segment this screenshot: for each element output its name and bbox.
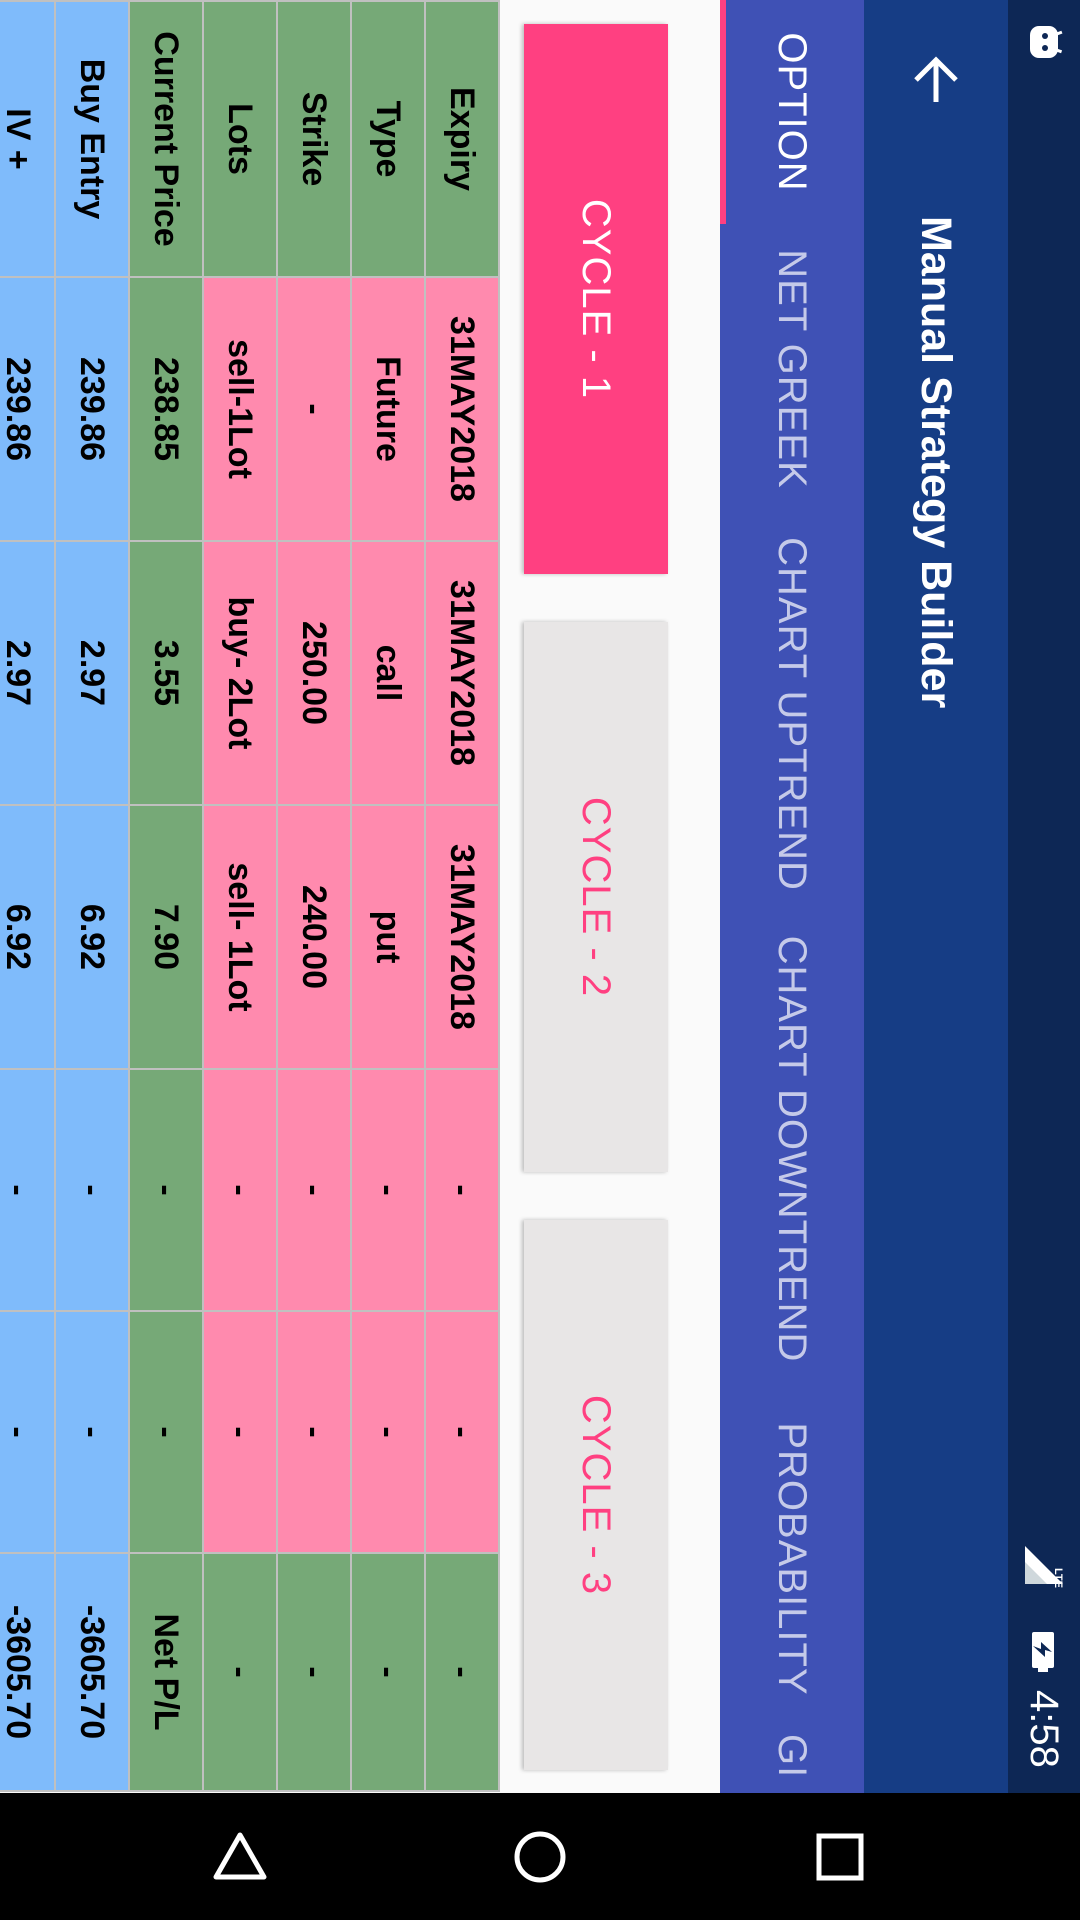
table-cell: -: [351, 1311, 425, 1553]
table-cell: sell-1Lot: [203, 277, 277, 541]
table-cell: -: [425, 1311, 499, 1553]
status-bar: LTE 4:58: [1008, 0, 1080, 1793]
row-label-type: Type: [351, 1, 425, 277]
table-cell: 239.86: [55, 277, 129, 541]
row-label-buy-entry: Buy Entry: [55, 1, 129, 277]
table-cell: Future: [351, 277, 425, 541]
circle-home-icon[interactable]: [480, 1793, 600, 1920]
table-cell: 2.97: [55, 541, 129, 805]
table-cell: -: [55, 1311, 129, 1553]
table-cell: buy- 2Lot: [203, 541, 277, 805]
table-cell: -: [203, 1553, 277, 1791]
tab-gi[interactable]: GI: [720, 1734, 864, 1793]
app-toolbar: Manual Strategy Builder: [864, 0, 1008, 1793]
table-cell: -: [277, 277, 351, 541]
table-cell: -: [277, 1069, 351, 1311]
table-cell: 250.00: [277, 541, 351, 805]
table-row-current-price: Current Price 238.85 3.55 7.90 - - Net P…: [129, 1, 203, 1791]
table-cell: 3.55: [129, 541, 203, 805]
signal-icon: LTE: [1008, 1540, 1080, 1590]
table-cell: -: [55, 1069, 129, 1311]
net-pl-value: -3605.70: [55, 1553, 129, 1791]
app-screen: LTE 4:58 Manual Strategy Builder OPTION …: [0, 0, 1080, 1793]
table-cell: -: [129, 1069, 203, 1311]
table-cell: -: [425, 1553, 499, 1791]
tab-indicator: [720, 0, 726, 224]
navigation-bar: [0, 1793, 1080, 1920]
table-row-lots: Lots sell-1Lot buy- 2Lot sell- 1Lot - - …: [203, 1, 277, 1791]
table-cell: 7.90: [129, 805, 203, 1069]
table-cell: 31MAY2018: [425, 277, 499, 541]
table-row-expiry: Expiry 31MAY2018 31MAY2018 31MAY2018 - -…: [425, 1, 499, 1791]
table-cell: 2.97: [0, 541, 55, 805]
table-cell: 239.86: [0, 277, 55, 541]
table-cell: 238.85: [129, 277, 203, 541]
strategy-table: Expiry 31MAY2018 31MAY2018 31MAY2018 - -…: [0, 0, 500, 1792]
row-label-strike: Strike: [277, 1, 351, 277]
table-cell: 31MAY2018: [425, 541, 499, 805]
cycle-1-button[interactable]: CYCLE - 1: [524, 24, 668, 574]
tab-chart-uptrend[interactable]: CHART UPTREND: [720, 514, 864, 914]
table-cell: -: [0, 1311, 55, 1553]
row-label-iv-plus: IV +: [0, 1, 55, 277]
tab-net-greek[interactable]: NET GREEK: [720, 224, 864, 514]
arrow-left-icon[interactable]: [864, 40, 1008, 120]
table-row-iv-plus: IV + 239.86 2.97 6.92 - - -3605.70: [0, 1, 55, 1791]
tab-chart-downtrend[interactable]: CHART DOWNTREND: [720, 914, 864, 1384]
tab-option[interactable]: OPTION: [720, 0, 864, 224]
page-title: Manual Strategy Builder: [912, 216, 961, 709]
table-cell: 6.92: [55, 805, 129, 1069]
table-cell: -: [129, 1311, 203, 1553]
table-cell: 31MAY2018: [425, 805, 499, 1069]
net-pl-header: Net P/L: [129, 1553, 203, 1791]
table-cell: -: [351, 1069, 425, 1311]
net-pl-value: -3605.70: [0, 1553, 55, 1791]
cycle-2-button[interactable]: CYCLE - 2: [524, 622, 668, 1172]
triangle-back-icon[interactable]: [180, 1793, 300, 1920]
table-cell: -: [351, 1553, 425, 1791]
android-icon: [1008, 22, 1080, 62]
tab-probability[interactable]: PROBABILITY: [720, 1384, 864, 1734]
row-label-current-price: Current Price: [129, 1, 203, 277]
status-time: 4:58: [1022, 1690, 1067, 1768]
row-label-expiry: Expiry: [425, 1, 499, 277]
battery-charging-icon: [1008, 1630, 1080, 1674]
table-cell: 240.00: [277, 805, 351, 1069]
table-row-buy-entry: Buy Entry 239.86 2.97 6.92 - - -3605.70: [55, 1, 129, 1791]
table-row-strike: Strike - 250.00 240.00 - - -: [277, 1, 351, 1791]
table-row-type: Type Future call put - - -: [351, 1, 425, 1791]
table-cell: -: [277, 1311, 351, 1553]
table-cell: put: [351, 805, 425, 1069]
table-cell: -: [203, 1311, 277, 1553]
table-cell: -: [277, 1553, 351, 1791]
cycle-3-button[interactable]: CYCLE - 3: [524, 1220, 668, 1770]
tab-bar: OPTION NET GREEK CHART UPTREND CHART DOW…: [720, 0, 864, 1793]
square-recents-icon[interactable]: [780, 1793, 900, 1920]
table-cell: -: [0, 1069, 55, 1311]
table-cell: 6.92: [0, 805, 55, 1069]
table-cell: call: [351, 541, 425, 805]
table-cell: -: [425, 1069, 499, 1311]
landscape-content: LTE 4:58 Manual Strategy Builder OPTION …: [0, 0, 1080, 1793]
row-label-lots: Lots: [203, 1, 277, 277]
network-label: LTE: [1052, 1568, 1064, 1588]
table-cell: -: [203, 1069, 277, 1311]
table-cell: sell- 1Lot: [203, 805, 277, 1069]
